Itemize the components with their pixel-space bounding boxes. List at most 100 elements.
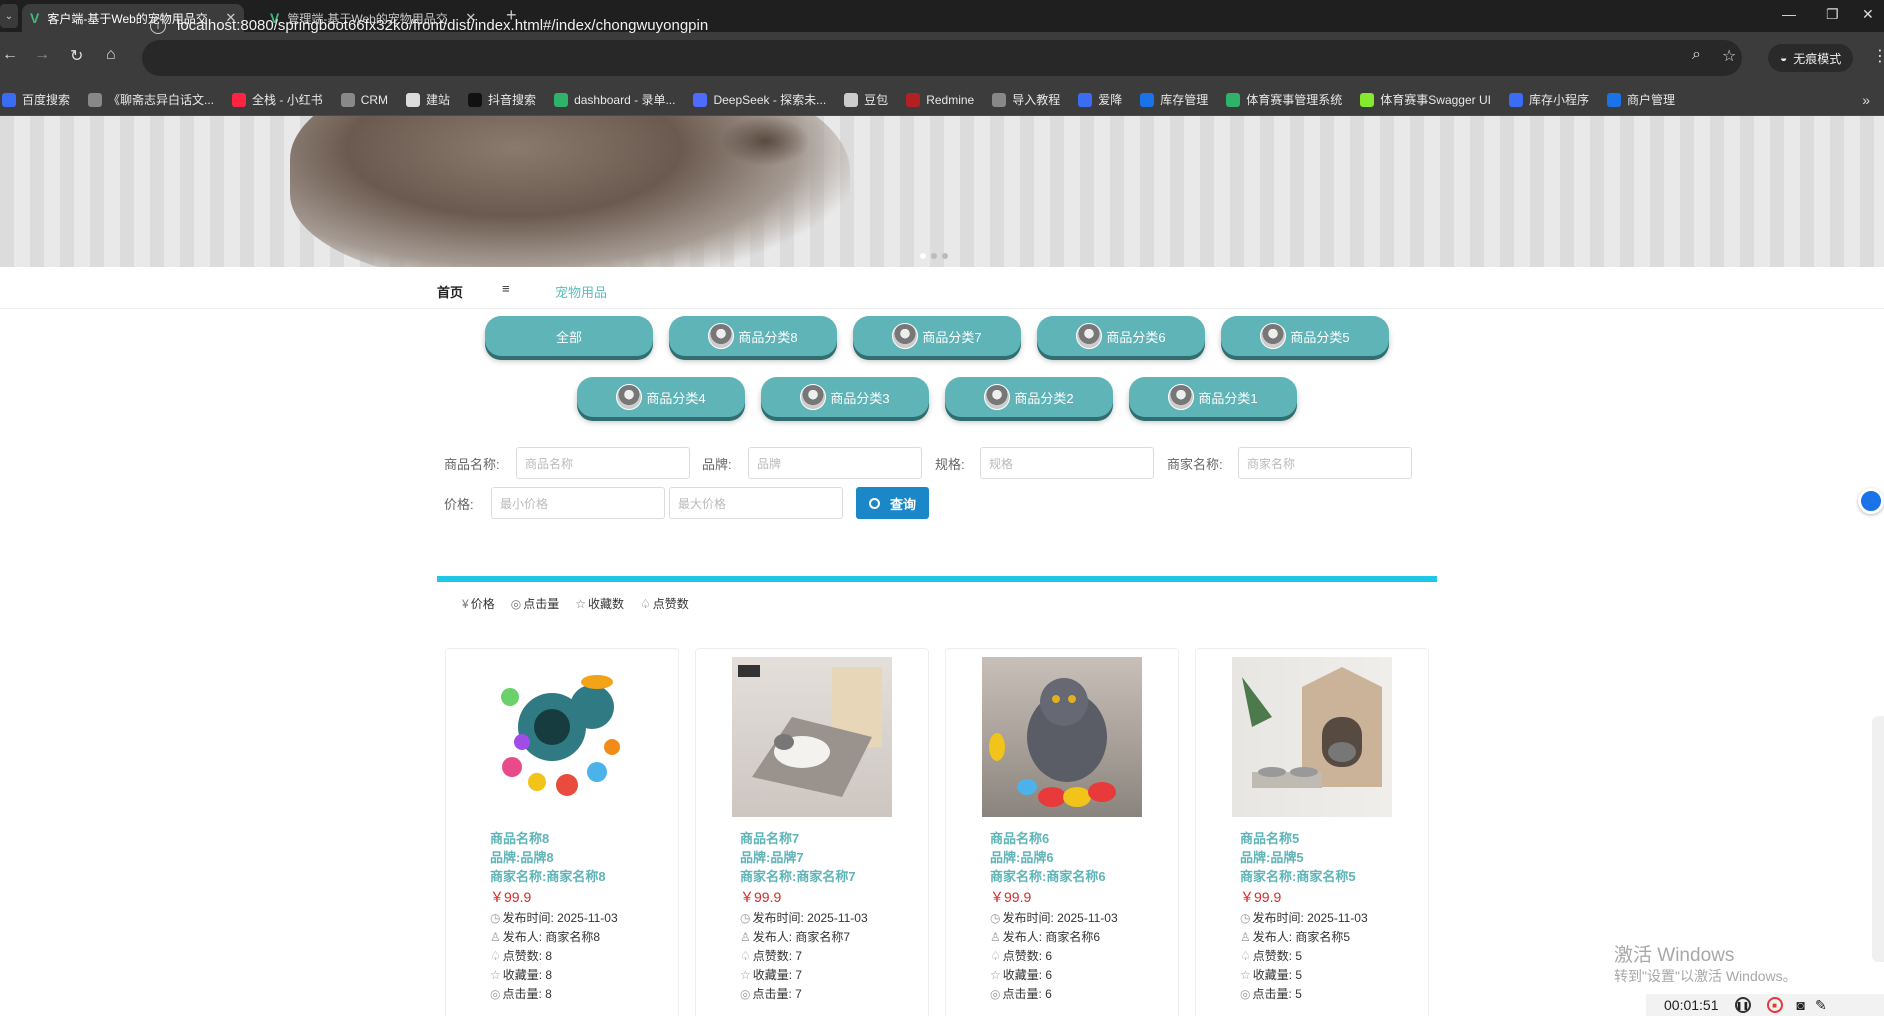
bookmark-label: 商户管理 <box>1627 93 1676 107</box>
minimize-icon[interactable]: — <box>1782 6 1796 22</box>
restore-icon[interactable]: ❐ <box>1826 6 1839 23</box>
category-button[interactable]: 商品分类4 <box>577 377 745 417</box>
product-card[interactable]: 商品名称6 品牌:品牌6 商家名称:商家名称6 ￥99.9 ◷ 发布时间: 2025-11… <box>945 648 1179 1016</box>
side-panel[interactable] <box>1872 716 1884 962</box>
bookmark-item[interactable]: 爱降 <box>1078 91 1122 108</box>
zoom-icon[interactable]: ⌕ <box>1692 46 1701 64</box>
forward-arrow-icon[interactable]: → <box>34 46 50 64</box>
bookmark-item[interactable]: 百度搜索 <box>2 91 70 108</box>
category-button[interactable]: 商品分类8 <box>669 316 837 356</box>
carousel-dot[interactable] <box>920 253 926 259</box>
brand-input[interactable]: 品牌 <box>748 447 922 479</box>
bookmark-label: 库存管理 <box>1160 93 1209 107</box>
click-count-text: 点击量: 8 <box>502 987 552 1001</box>
carousel-dot[interactable] <box>942 253 948 259</box>
min-price-input[interactable]: 最小价格 <box>491 487 665 519</box>
spec-input[interactable]: 规格 <box>980 447 1154 479</box>
category-button[interactable]: 商品分类6 <box>1037 316 1205 356</box>
bookmark-item[interactable]: Redmine <box>906 92 974 107</box>
product-brand: 品牌:品牌6 <box>990 850 1054 865</box>
window-close-icon[interactable]: ✕ <box>1862 6 1874 23</box>
user-icon: ♙ <box>990 930 1001 944</box>
click-count: ◎ 点击量: 6 <box>990 985 1052 1002</box>
like-count: ♤ 点赞数: 7 <box>740 947 802 964</box>
category-button[interactable]: 商品分类2 <box>945 377 1113 417</box>
home-icon[interactable]: ⌂ <box>106 46 116 64</box>
category-button[interactable]: 商品分类3 <box>761 377 929 417</box>
like-count: ♤ 点赞数: 6 <box>990 947 1052 964</box>
product-image[interactable] <box>732 657 892 817</box>
breadcrumb-home[interactable]: 首页 <box>437 282 463 301</box>
product-card[interactable]: 商品名称7 品牌:品牌7 商家名称:商家名称7 ￥99.9 ◷ 发布时间: 2025-11… <box>695 648 929 1016</box>
click-count: ◎ 点击量: 8 <box>490 985 552 1002</box>
bookmark-item[interactable]: 体育赛事管理系统 <box>1226 91 1342 108</box>
bookmark-star-icon[interactable]: ☆ <box>1722 46 1736 66</box>
product-card[interactable]: 商品名称5 品牌:品牌5 商家名称:商家名称5 ￥99.9 ◷ 发布时间: 2025-11… <box>1195 648 1429 1016</box>
star-icon: ☆ <box>990 968 1001 982</box>
shop-name-input[interactable]: 商家名称 <box>1238 447 1412 479</box>
category-button[interactable]: 商品分类1 <box>1129 377 1297 417</box>
category-button[interactable]: 商品分类7 <box>853 316 1021 356</box>
bookmark-item[interactable]: 全栈 - 小红书 <box>232 91 323 108</box>
product-image[interactable] <box>982 657 1142 817</box>
camera-icon[interactable]: ◙ <box>1797 997 1805 1013</box>
product-card[interactable]: 商品名称8 品牌:品牌8 商家名称:商家名称8 ￥99.9 ◷ 发布时间: 2025-11… <box>445 648 679 1016</box>
sort-option[interactable]: ◎ 点击量 <box>511 595 560 612</box>
tab-list-chevron-icon[interactable]: ⌄ <box>0 4 18 28</box>
sort-label: 价格 <box>470 597 495 611</box>
bookmarks-overflow-icon[interactable]: » <box>1862 92 1870 108</box>
product-name: 商品名称8 <box>490 831 550 846</box>
bookmark-label: 百度搜索 <box>22 93 71 107</box>
eye-icon: ◎ <box>990 987 1001 1001</box>
sort-option[interactable]: ¥ 价格 <box>462 595 495 612</box>
bookmark-item[interactable]: 《聊斋志异白话文... <box>88 91 214 108</box>
site-info-icon[interactable]: i <box>150 18 166 34</box>
url-text[interactable]: localhost:8080/springboot66fx32ko/front/… <box>177 17 708 34</box>
publisher-text: 发布人: 商家名称7 <box>752 930 851 944</box>
banner-carousel[interactable] <box>0 116 1884 267</box>
bookmark-item[interactable]: DeepSeek - 探索未... <box>693 91 826 108</box>
product-image[interactable] <box>482 657 642 817</box>
bookmark-item[interactable]: 体育赛事Swagger UI <box>1360 91 1491 108</box>
star-icon: ☆ <box>740 968 751 982</box>
pen-icon[interactable]: ✎ <box>1815 997 1827 1014</box>
recorder-time: 00:01:51 <box>1664 997 1719 1013</box>
back-arrow-icon[interactable]: ← <box>2 46 18 64</box>
bookmark-item[interactable]: 库存小程序 <box>1508 91 1589 108</box>
bookmark-item[interactable]: 建站 <box>406 91 450 108</box>
assistant-float-icon[interactable] <box>1858 488 1884 514</box>
bookmark-item[interactable]: 导入教程 <box>992 91 1060 108</box>
bookmark-label: CRM <box>360 92 389 107</box>
bookmark-favicon-icon <box>992 92 1007 107</box>
url-bar[interactable] <box>142 40 1742 76</box>
category-avatar <box>892 323 919 349</box>
bookmark-item[interactable]: CRM <box>340 92 389 107</box>
product-name-input[interactable]: 商品名称 <box>516 447 690 479</box>
sort-option[interactable]: ☆ 收藏数 <box>575 595 624 612</box>
publish-time-text: 发布时间: 2025-11-03 <box>1002 911 1118 925</box>
like-count-text: 点赞数: 6 <box>1002 949 1053 963</box>
sort-label: 点击量 <box>523 597 560 611</box>
stop-record-icon[interactable]: ■ <box>1766 997 1783 1013</box>
category-all-button[interactable]: 全部 <box>485 316 653 356</box>
pause-icon[interactable]: ❚❚ <box>1734 997 1751 1013</box>
bookmark-item[interactable]: dashboard - 录单... <box>554 91 675 108</box>
search-button[interactable]: 查询 <box>856 487 929 519</box>
bookmark-item[interactable]: 库存管理 <box>1140 91 1208 108</box>
breadcrumb-separator-icon: ≡ <box>502 281 510 296</box>
product-image[interactable] <box>1232 657 1392 817</box>
max-price-input[interactable]: 最大价格 <box>669 487 843 519</box>
category-button[interactable]: 商品分类5 <box>1221 316 1389 356</box>
sort-option[interactable]: ♤ 点赞数 <box>640 595 689 612</box>
reload-icon[interactable]: ↻ <box>70 46 83 66</box>
category-label: 商品分类8 <box>738 329 798 345</box>
bookmark-favicon-icon <box>2 92 16 107</box>
menu-kebab-icon[interactable]: ⋮ <box>1872 46 1884 66</box>
incognito-badge[interactable]: ◒ 无痕模式 <box>1768 44 1854 72</box>
bookmark-label: 体育赛事管理系统 <box>1246 93 1343 107</box>
product-shop: 商家名称:商家名称5 <box>1240 869 1356 884</box>
carousel-dot[interactable] <box>931 253 937 259</box>
bookmark-item[interactable]: 抖音搜索 <box>468 91 536 108</box>
bookmark-item[interactable]: 豆包 <box>844 91 888 108</box>
bookmark-item[interactable]: 商户管理 <box>1607 91 1675 108</box>
